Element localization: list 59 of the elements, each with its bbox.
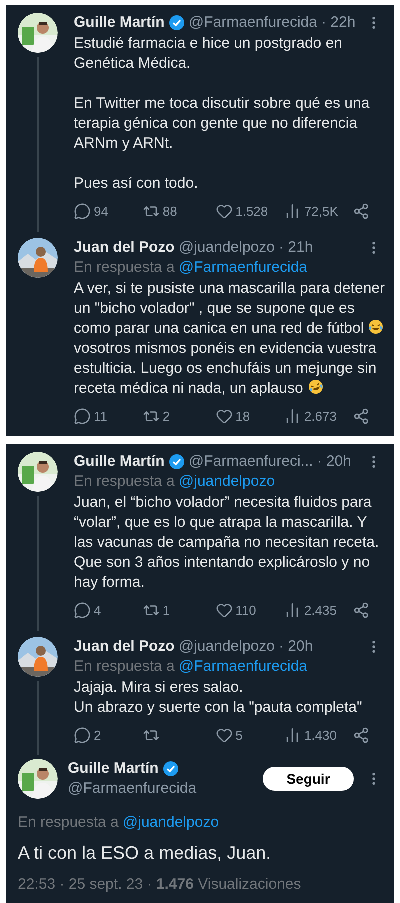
stat-count: 11 — [94, 408, 108, 426]
author-name[interactable]: Guille Martín — [68, 759, 159, 779]
author-handle[interactable]: @juandelpozo — [178, 636, 275, 656]
tweet-time: · 21h — [279, 238, 314, 258]
tweet-text: A ti con la ESO a medias, Juan. — [18, 842, 272, 865]
stat-count: 2 — [162, 408, 170, 426]
share-icon[interactable] — [353, 203, 370, 220]
author-handle[interactable]: @juandelpozo — [178, 238, 275, 258]
mention-link[interactable]: @juandelpozo — [122, 813, 220, 833]
stat-count: 5 — [236, 726, 243, 744]
author-handle[interactable]: @Farmaenfureci... — [188, 452, 314, 472]
reply-label: En respuesta a — [18, 813, 119, 833]
share-icon[interactable] — [353, 602, 370, 620]
stat-count: 94 — [94, 203, 108, 221]
stat-count: 88 — [162, 203, 178, 221]
author-name[interactable]: Guille Martín — [74, 452, 165, 472]
author-handle[interactable]: @Farmaenfurecida — [68, 779, 197, 799]
like-icon[interactable] — [216, 602, 233, 620]
tweet-text: Pues así con todo. — [74, 174, 200, 194]
tweet-time: · 22h — [321, 13, 356, 33]
tweet-time: · 20h — [317, 452, 352, 472]
like-icon[interactable] — [216, 726, 233, 744]
stat-count: 1.528 — [236, 203, 268, 221]
share-icon[interactable] — [353, 408, 370, 425]
stat-count: 4 — [94, 602, 102, 620]
like-icon[interactable] — [216, 408, 233, 425]
tweet-time: · 20h — [279, 636, 314, 656]
mention-link[interactable]: @Farmaenfurecida — [178, 258, 308, 278]
stat-count: 2.435 — [304, 602, 337, 620]
reply-icon[interactable] — [74, 408, 91, 425]
reply-icon[interactable] — [74, 726, 91, 744]
tweet-text: Estudié farmacia e hice un postgrado en Genética Médica. — [74, 34, 344, 74]
share-icon[interactable] — [353, 726, 370, 744]
stat-count: 2.673 — [304, 408, 337, 426]
reply-icon[interactable] — [74, 203, 91, 220]
stat-count: 1.430 — [304, 726, 337, 744]
stat-count: 18 — [236, 408, 250, 426]
reply-label: En respuesta a — [74, 472, 175, 492]
tweet-text: Juan, el “bicho volador” necesita fluidos para “volar”, que es lo que atrapa la mascarilla. Y las vacunas de campaña no necesitan receta. Que son 3 años intentando explicároslo y no hay forma. — [74, 493, 380, 593]
mention-link[interactable]: @Farmaenfurecida — [178, 656, 308, 676]
author-name[interactable]: Juan del Pozo — [74, 636, 175, 656]
reply-label: En respuesta a — [74, 656, 175, 676]
like-icon[interactable] — [216, 203, 233, 220]
tweet-timestamp: 22:53 · 25 sept. 23 · 1.476 Visualizaciones — [18, 875, 302, 895]
stat-count: 110 — [236, 602, 256, 620]
stat-count: 1 — [162, 602, 170, 620]
author-handle[interactable]: @Farmaenfurecida — [188, 13, 318, 33]
author-name[interactable]: Juan del Pozo — [74, 238, 175, 258]
author-name[interactable]: Guille Martín — [74, 13, 165, 33]
tweet-text: Jajaja. Mira si eres salao. Un abrazo y suerte con la "pauta completa" — [74, 678, 364, 718]
reply-label: En respuesta a — [74, 258, 175, 278]
follow-button[interactable]: Seguir — [263, 767, 354, 791]
stat-count: 72,5K — [304, 203, 338, 221]
mention-link[interactable]: @juandelpozo — [178, 472, 276, 492]
laughing-emoji-icon — [308, 378, 324, 394]
reply-icon[interactable] — [74, 602, 91, 620]
laughing-emoji-icon — [368, 318, 384, 334]
tweet-text: En Twitter me toca discutir sobre qué es una terapia génica con gente que no diferencia ARNm y ARNt. — [74, 94, 371, 154]
stat-count: 2 — [94, 726, 102, 744]
